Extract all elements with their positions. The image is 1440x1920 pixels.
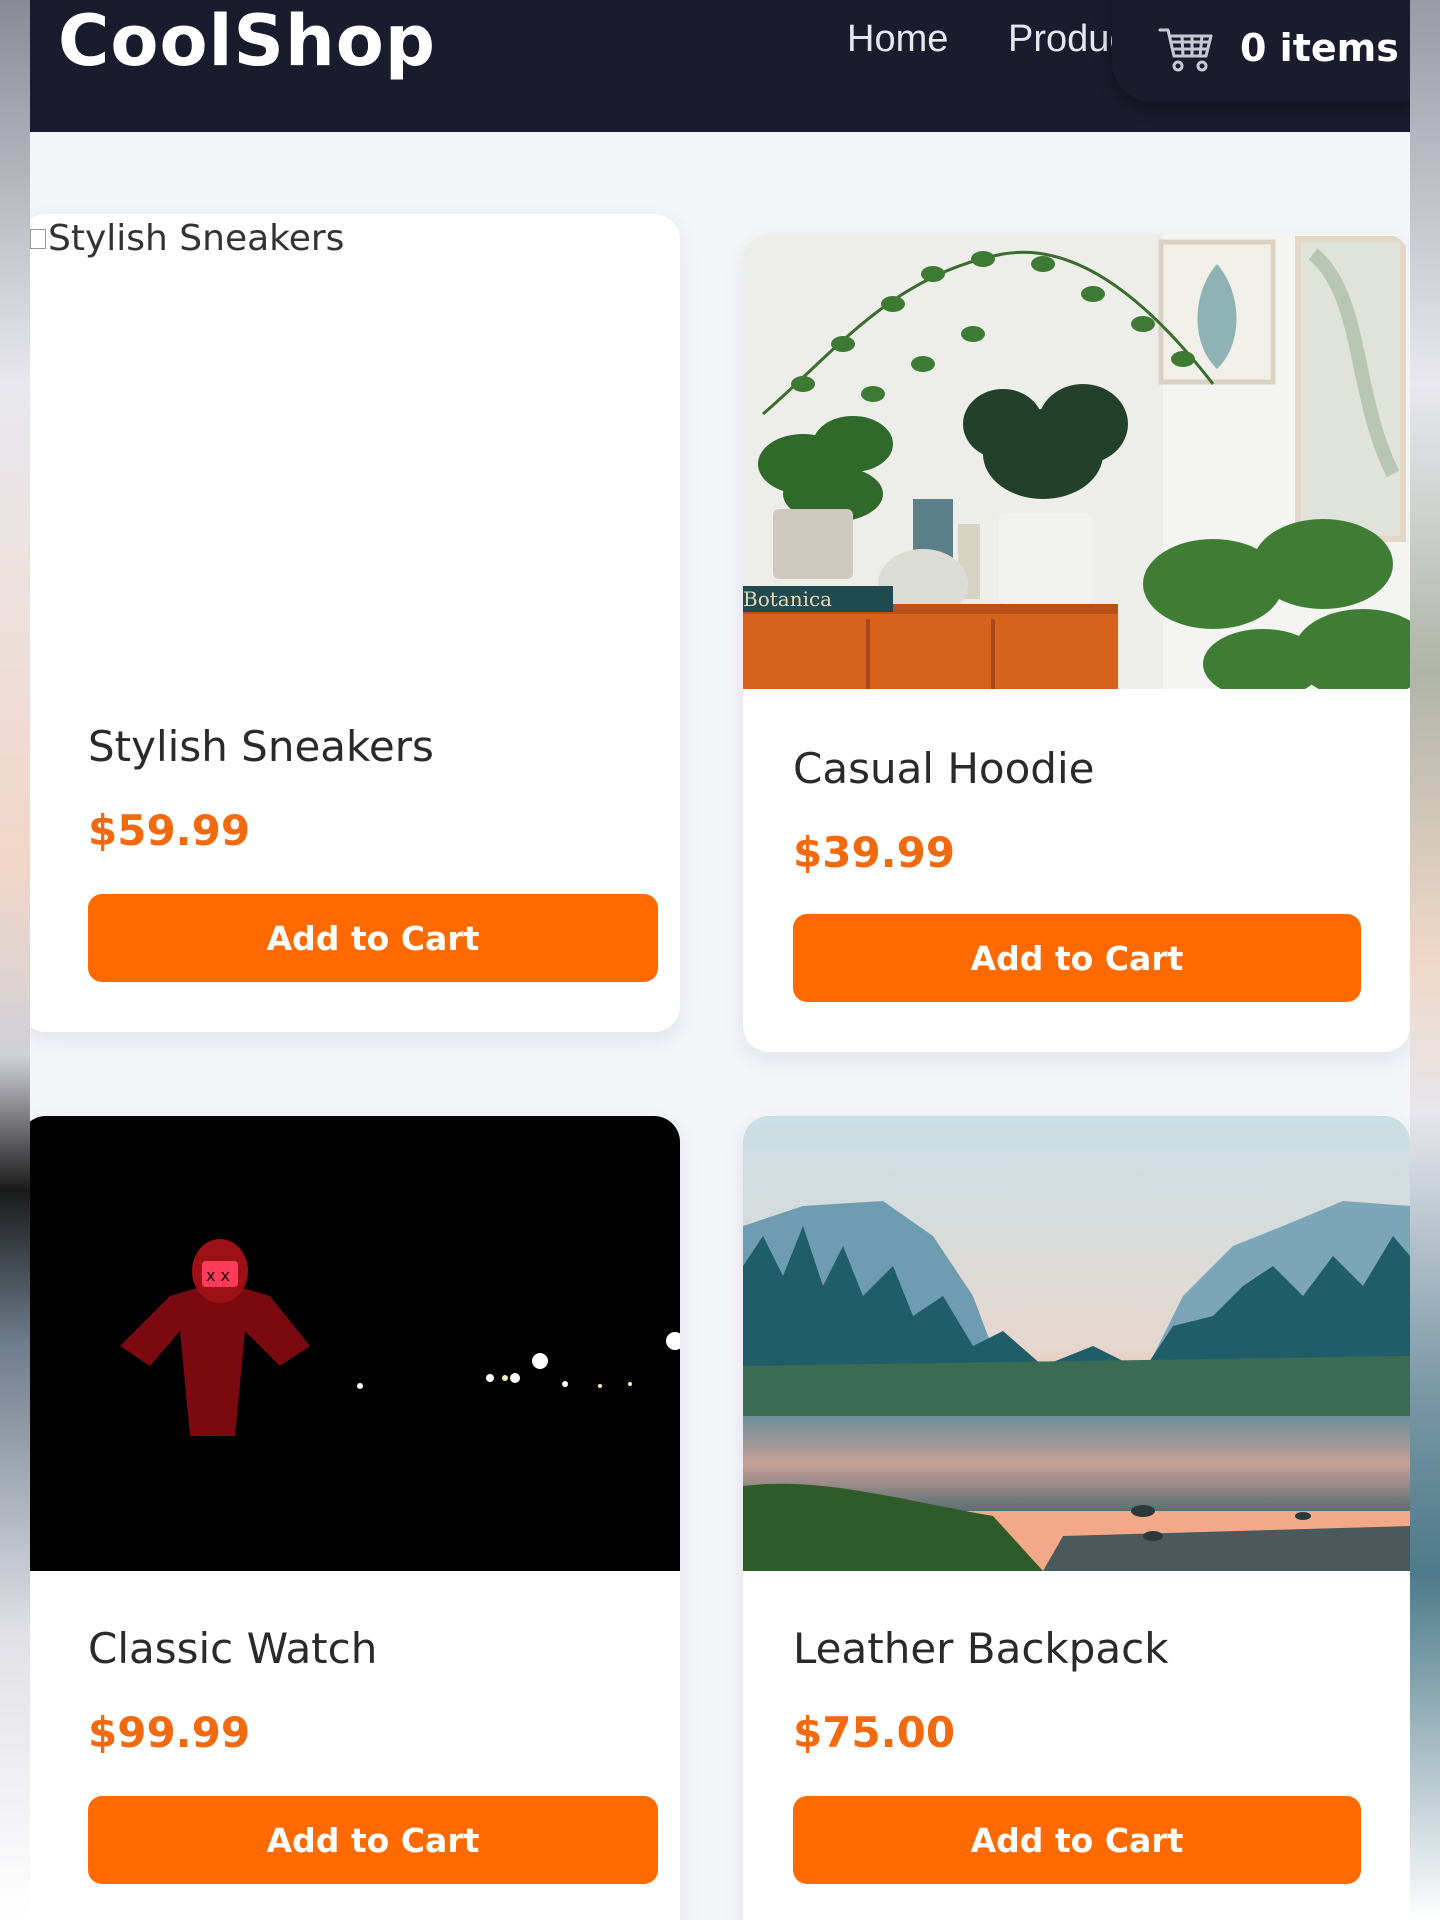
right-edge-blur [1410,0,1440,1920]
product-card: Botanica Casual Hoodie $39.99 Add to Car… [743,234,1410,1052]
svg-text:x x: x x [206,1266,230,1285]
product-price: $59.99 [88,806,251,855]
nav-link-home[interactable]: Home [847,18,948,61]
product-card: Leather Backpack $75.00 Add to Cart [743,1116,1410,1920]
image-text-botanica: Botanica [743,587,832,611]
cart-summary[interactable]: 0 items [1112,0,1410,102]
product-card: Stylish Sneakers Stylish Sneakers $59.99… [30,214,680,1032]
shopping-cart-icon [1158,28,1213,72]
add-to-cart-button[interactable]: Add to Cart [88,894,658,982]
left-edge-blur [0,0,30,1920]
product-image-night-figure: x x [30,1116,680,1571]
add-to-cart-button[interactable]: Add to Cart [793,914,1361,1002]
product-name: Classic Watch [88,1624,378,1673]
product-image-broken: Stylish Sneakers [30,214,680,669]
product-price: $75.00 [793,1708,956,1757]
product-name: Stylish Sneakers [88,722,434,771]
shop-page: CoolShop Home Products 0 items Stylish S… [30,0,1410,1920]
product-price: $99.99 [88,1708,251,1757]
cart-item-count: 0 items [1240,26,1399,70]
product-image-landscape [743,1116,1410,1571]
product-name: Leather Backpack [793,1624,1169,1673]
image-alt-text: Stylish Sneakers [48,218,345,259]
product-price: $39.99 [793,828,956,877]
product-name: Casual Hoodie [793,744,1095,793]
broken-image-icon [30,228,46,249]
add-to-cart-button[interactable]: Add to Cart [88,1796,658,1884]
product-image-plants: Botanica [743,234,1410,689]
top-navigation-bar: CoolShop Home Products 0 items [30,0,1410,132]
site-logo[interactable]: CoolShop [58,0,436,82]
product-card: x x Classic Watch $99.99 Add to Cart [30,1116,680,1920]
add-to-cart-button[interactable]: Add to Cart [793,1796,1361,1884]
